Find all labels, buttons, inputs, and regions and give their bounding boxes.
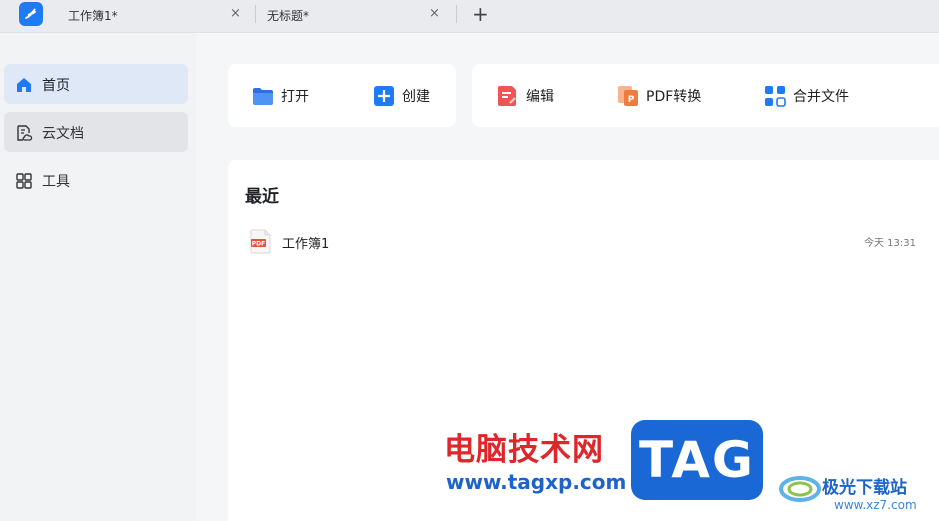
open-label: 打开 (281, 89, 309, 105)
pdf-file-icon: PDF (250, 229, 271, 254)
new-tab-button[interactable]: + (472, 3, 489, 25)
create-button[interactable]: 创建 (373, 84, 430, 108)
quick-actions-file-card: 打开 创建 (228, 64, 456, 127)
home-icon (17, 78, 31, 92)
svg-text:P: P (628, 95, 635, 105)
merge-files-icon (765, 86, 786, 107)
edit-doc-icon (498, 86, 516, 106)
file-time: 今天 13:31 (864, 238, 916, 249)
sidebar-item-label: 云文档 (42, 126, 84, 142)
watermark-site-url: www.tagxp.com (446, 470, 627, 494)
watermark-tag-logo: TAG (631, 420, 763, 500)
edit-label: 编辑 (526, 89, 554, 105)
watermark-right-name: 极光下载站 (822, 478, 907, 498)
tab-divider (255, 5, 256, 23)
close-icon[interactable]: × (230, 6, 241, 21)
pdf-convert-label: PDF转换 (646, 89, 702, 105)
open-button[interactable]: 打开 (252, 84, 309, 108)
cloud-doc-icon (17, 125, 33, 141)
pdf-convert-icon: P (618, 86, 638, 106)
merge-files-label: 合并文件 (793, 89, 849, 105)
recent-file-row[interactable]: PDF 工作簿1 今天 13:31 (228, 224, 939, 258)
recent-title: 最近 (245, 187, 279, 207)
create-label: 创建 (402, 89, 430, 105)
tab-divider (456, 5, 457, 23)
watermark-site-name: 电脑技术网 (444, 432, 604, 468)
grid-icon (16, 173, 32, 189)
watermark-tag-text: TAG (639, 431, 755, 489)
tab-workbook[interactable]: 工作簿1* × (68, 0, 246, 30)
title-bar: 工作簿1* × 无标题* × + (0, 0, 939, 33)
sidebar-item-tools[interactable]: 工具 (4, 160, 188, 200)
folder-open-icon (253, 88, 273, 105)
watermark-right-url: www.xz7.com (834, 498, 917, 512)
file-badge: PDF (252, 241, 265, 248)
tab-label: 无标题* (267, 9, 310, 23)
tab-untitled[interactable]: 无标题* × (267, 0, 445, 30)
plus-square-icon (374, 86, 394, 106)
sidebar: 首页 云文档 工具 (0, 33, 196, 521)
file-name: 工作簿1 (282, 237, 330, 252)
sidebar-item-label: 工具 (42, 174, 70, 190)
edit-button[interactable]: 编辑 (497, 84, 554, 108)
close-icon[interactable]: × (429, 6, 440, 21)
tab-label: 工作簿1* (68, 9, 118, 23)
sidebar-item-home[interactable]: 首页 (4, 64, 188, 104)
app-logo-icon[interactable] (19, 2, 43, 26)
aurora-logo-icon (779, 476, 821, 502)
pdf-convert-button[interactable]: P PDF转换 (617, 84, 701, 108)
merge-files-button[interactable]: 合并文件 (764, 84, 849, 108)
sidebar-item-cloud-docs[interactable]: 云文档 (4, 112, 188, 152)
quick-actions-tools-card: 编辑 P PDF转换 合并文件 (472, 64, 939, 127)
sidebar-item-label: 首页 (42, 78, 70, 94)
